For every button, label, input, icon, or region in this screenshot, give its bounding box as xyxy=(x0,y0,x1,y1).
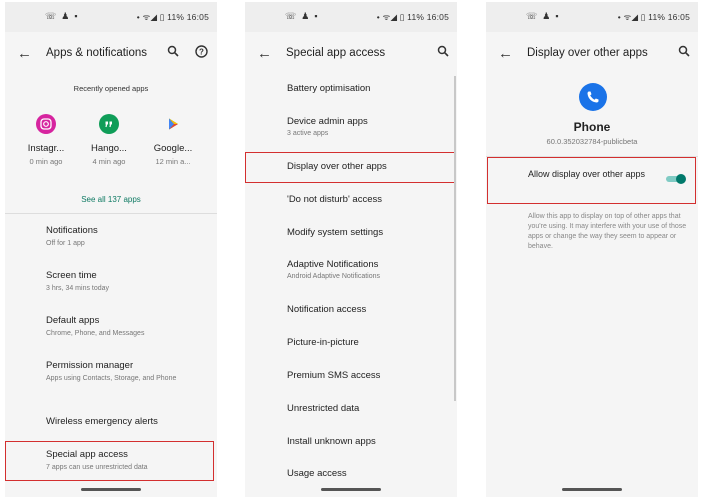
item-title: Modify system settings xyxy=(287,227,384,238)
back-arrow-icon[interactable]: ← xyxy=(17,45,32,62)
item-title: Battery optimisation xyxy=(287,83,371,94)
back-arrow-icon[interactable]: ← xyxy=(498,45,513,62)
item-modify-system-settings[interactable]: Modify system settings xyxy=(287,227,452,238)
recent-app-time: 0 min ago xyxy=(29,157,63,166)
user-icon: ♟ xyxy=(542,11,551,21)
recent-app-time: 4 min ago xyxy=(92,157,126,166)
search-icon[interactable] xyxy=(167,45,179,60)
recent-app-name: Google... xyxy=(153,143,193,154)
setting-title: Permission manager xyxy=(46,360,134,371)
item-picture-in-picture[interactable]: Picture-in-picture xyxy=(287,337,452,348)
nav-gesture-bar[interactable] xyxy=(321,488,381,491)
back-arrow-icon[interactable]: ← xyxy=(257,45,272,62)
notification-icon: ▪ xyxy=(555,11,559,21)
whatsapp-icon: ☏ xyxy=(45,11,57,21)
hangouts-icon xyxy=(99,114,119,134)
status-right: • ᯤ◢ ▯ 11% 16:05 xyxy=(136,12,209,22)
scrollbar[interactable] xyxy=(454,76,456,401)
status-left-icons: ☏ ♟ ▪ xyxy=(45,11,78,22)
screen-special-app-access: ☏ ♟ ▪ • ᯤ◢ ▯ 11% 16:05 ← Special app acc… xyxy=(245,2,457,497)
recent-app-instagram[interactable]: Instagr... 0 min ago xyxy=(16,114,76,166)
item-title: Device admin apps xyxy=(287,116,368,127)
setting-subtitle: Apps using Contacts, Storage, and Phone xyxy=(46,375,177,382)
status-left-icons: ☏ ♟ ▪ xyxy=(526,11,559,22)
setting-title: Screen time xyxy=(46,270,97,281)
notification-icon: ▪ xyxy=(74,11,78,21)
status-bar: ☏ ♟ ▪ • ᯤ◢ ▯ 11% 16:05 xyxy=(5,2,217,32)
page-title: Apps & notifications xyxy=(46,47,148,59)
item-title: Unrestricted data xyxy=(287,403,360,414)
status-bar: ☏ ♟ ▪ • ᯤ◢ ▯ 11% 16:05 xyxy=(245,2,457,32)
item-notification-access[interactable]: Notification access xyxy=(287,304,452,315)
recent-app-hangouts[interactable]: Hango... 4 min ago xyxy=(79,114,139,166)
setting-screen-time[interactable]: Screen time 3 hrs, 34 mins today xyxy=(46,270,211,293)
item-subtitle: 3 active apps xyxy=(287,130,329,137)
setting-default-apps[interactable]: Default apps Chrome, Phone, and Messages xyxy=(46,315,211,338)
permission-description: Allow this app to display on top of othe… xyxy=(528,213,687,250)
recent-apps-header: Recently opened apps xyxy=(73,84,149,93)
setting-permission-manager[interactable]: Permission manager Apps using Contacts, … xyxy=(46,360,196,383)
app-bar: ← Apps & notifications ? xyxy=(5,32,217,76)
setting-subtitle: Off for 1 app xyxy=(46,240,85,247)
search-icon[interactable] xyxy=(678,45,690,60)
phone-app-icon xyxy=(579,83,607,111)
highlight-box xyxy=(245,152,455,183)
user-icon: ♟ xyxy=(61,11,70,21)
highlight-box xyxy=(5,441,214,481)
screen-apps-notifications: ☏ ♟ ▪ • ᯤ◢ ▯ 11% 16:05 ← Apps & notifica… xyxy=(5,2,217,497)
item-title: Adaptive Notifications xyxy=(287,259,379,270)
recent-app-name: Hango... xyxy=(91,143,127,154)
item-title: Picture-in-picture xyxy=(287,337,359,348)
item-usage-access[interactable]: Usage access xyxy=(287,468,452,479)
item-do-not-disturb-access[interactable]: 'Do not disturb' access xyxy=(287,194,452,205)
recent-app-google-play[interactable]: Google... 12 min a... xyxy=(143,114,203,166)
app-bar: ← Special app access xyxy=(245,32,457,76)
item-subtitle: Android Adaptive Notifications xyxy=(287,273,380,280)
status-left-icons: ☏ ♟ ▪ xyxy=(285,11,318,22)
setting-title: Default apps xyxy=(46,315,100,326)
setting-wireless-emergency-alerts[interactable]: Wireless emergency alerts xyxy=(46,416,211,427)
whatsapp-icon: ☏ xyxy=(285,11,297,21)
app-version: 60.0.352032784-publicbeta xyxy=(546,137,638,146)
item-premium-sms-access[interactable]: Premium SMS access xyxy=(287,370,452,381)
item-title: Install unknown apps xyxy=(287,436,376,447)
help-icon[interactable]: ? xyxy=(195,45,208,61)
page-title: Special app access xyxy=(286,47,386,59)
setting-notifications[interactable]: Notifications Off for 1 app xyxy=(46,225,211,248)
status-right: • ᯤ◢ ▯ 11% 16:05 xyxy=(376,12,449,22)
nav-gesture-bar[interactable] xyxy=(81,488,141,491)
status-bar: ☏ ♟ ▪ • ᯤ◢ ▯ 11% 16:05 xyxy=(486,2,698,32)
app-bar: ← Display over other apps xyxy=(486,32,698,76)
item-title: 'Do not disturb' access xyxy=(287,194,382,205)
whatsapp-icon: ☏ xyxy=(526,11,538,21)
item-device-admin-apps[interactable]: Device admin apps 3 active apps xyxy=(287,116,452,137)
instagram-icon xyxy=(36,114,56,134)
item-adaptive-notifications[interactable]: Adaptive Notifications Android Adaptive … xyxy=(287,259,452,280)
item-title: Premium SMS access xyxy=(287,370,381,381)
recent-app-name: Instagr... xyxy=(27,143,65,154)
highlight-box xyxy=(487,157,696,204)
item-title: Usage access xyxy=(287,468,347,479)
google-play-icon xyxy=(163,114,183,134)
user-icon: ♟ xyxy=(301,11,310,21)
page-title: Display over other apps xyxy=(527,47,648,59)
setting-title: Notifications xyxy=(46,225,98,236)
recent-app-time: 12 min a... xyxy=(155,157,191,166)
setting-subtitle: Chrome, Phone, and Messages xyxy=(46,330,145,337)
item-install-unknown-apps[interactable]: Install unknown apps xyxy=(287,436,452,447)
item-battery-optimisation[interactable]: Battery optimisation xyxy=(287,83,452,94)
status-right: • ᯤ◢ ▯ 11% 16:05 xyxy=(617,12,690,22)
divider xyxy=(5,213,217,214)
see-all-apps-link[interactable]: See all 137 apps xyxy=(5,195,217,204)
search-icon[interactable] xyxy=(437,45,449,60)
notification-icon: ▪ xyxy=(314,11,318,21)
item-title: Notification access xyxy=(287,304,367,315)
setting-subtitle: 3 hrs, 34 mins today xyxy=(46,285,110,292)
screen-display-over-other-apps: ☏ ♟ ▪ • ᯤ◢ ▯ 11% 16:05 ← Display over ot… xyxy=(486,2,698,497)
app-name: Phone xyxy=(573,120,611,134)
svg-text:?: ? xyxy=(199,47,204,56)
nav-gesture-bar[interactable] xyxy=(562,488,622,491)
setting-title: Wireless emergency alerts xyxy=(46,416,158,427)
item-unrestricted-data[interactable]: Unrestricted data xyxy=(287,403,452,414)
